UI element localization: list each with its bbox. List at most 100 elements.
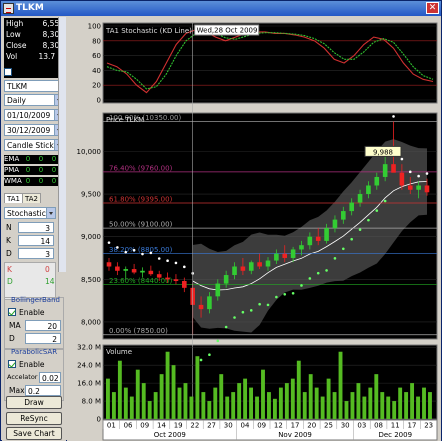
volume-bar <box>225 396 230 419</box>
sar-dot <box>141 252 144 256</box>
date-tooltip: Wed,28 Oct 2009 <box>194 24 260 36</box>
save-chart-button[interactable]: Save Chart <box>6 427 62 440</box>
glue-y-check-icon[interactable] <box>4 67 12 76</box>
from-date-picker[interactable]: 01/10/2009 <box>4 109 64 121</box>
ma-value[interactable]: 0 <box>35 155 47 164</box>
ma-value[interactable]: 0 <box>22 166 34 175</box>
fib-level-label: 61.80% (9395.00) <box>109 195 173 203</box>
x-day-label: 09 <box>140 422 149 430</box>
sar-dot <box>107 241 111 244</box>
sar-dot <box>392 115 395 118</box>
volume-bar <box>404 392 409 419</box>
fib-level-label: 0.00% (7850.00) <box>109 327 168 335</box>
sar-dot <box>350 237 353 241</box>
quote-label: Low <box>6 30 21 39</box>
fib-level-label: 50.00% (9100.00) <box>109 221 173 229</box>
to-date-picker[interactable]: 30/12/2009 <box>4 124 64 136</box>
tab-ta1[interactable]: TA1 <box>4 193 23 203</box>
from-date-value: 01/10/2009 <box>7 111 51 120</box>
quote-row-close: Close 8,300 <box>4 40 66 51</box>
chart-area[interactable]: 100 80 60 40 20 0 TA1 Stochastic (KD Line) 10,0… <box>67 17 441 441</box>
draw-button[interactable]: Draw <box>6 396 62 409</box>
candle-body <box>173 279 179 282</box>
volume-bar <box>350 392 355 419</box>
x-day-label: 25 <box>324 422 333 430</box>
sar-enable-checkbox[interactable]: Enable <box>8 359 45 369</box>
chart-style-select[interactable]: Candle Stick <box>4 139 64 151</box>
price-tick-label: 10,000 <box>77 148 102 156</box>
bollinger-ma-input[interactable]: 20 <box>25 320 61 331</box>
bollinger-enable-checkbox[interactable]: Enable <box>8 307 45 317</box>
period-select[interactable]: Daily <box>4 94 64 106</box>
candle-body <box>123 269 129 271</box>
sar-accelator-input[interactable]: 0.02 <box>39 372 61 383</box>
checkmark-icon[interactable] <box>8 359 16 368</box>
x-day-label: 08 <box>374 422 383 430</box>
tab-ta2[interactable]: TA2 <box>22 193 41 203</box>
chevron-down-icon[interactable] <box>46 208 55 218</box>
candle-body <box>106 262 112 267</box>
sar-dot <box>283 293 287 296</box>
glue-y-checkbox[interactable]: Glue Y <box>4 67 64 79</box>
candle-body <box>148 270 154 275</box>
quote-label: Close <box>6 41 27 50</box>
legend-d-label: D <box>7 277 13 286</box>
sar-dot <box>367 218 370 222</box>
sar-dot <box>157 257 161 260</box>
sar-dot <box>383 199 387 203</box>
control-panel: High 6,550 Low 8,300 Close 8,300 Vol 13.7 M … <box>2 17 66 441</box>
sar-max-label: Max <box>9 386 25 395</box>
param-d-input[interactable]: 3 <box>18 248 54 259</box>
ma-value[interactable]: 0 <box>22 177 34 186</box>
volume-bar <box>386 396 391 419</box>
ma-value[interactable]: 0 <box>35 177 47 186</box>
sar-max-input[interactable]: 0.2 <box>25 385 61 396</box>
pma-row[interactable]: PMA 0 0 0 <box>4 166 62 175</box>
checkmark-icon[interactable] <box>8 307 16 316</box>
volume-bar <box>398 387 403 419</box>
sar-dot <box>258 302 261 306</box>
candle-body <box>382 164 388 177</box>
candle-body <box>140 270 145 273</box>
wma-row[interactable]: WMA 0 0 0 <box>4 177 62 186</box>
candle-body <box>374 176 380 186</box>
x-day-label: 11 <box>391 422 400 430</box>
ma-value[interactable]: 0 <box>35 166 47 175</box>
stoch-tick-label: 20 <box>92 82 101 90</box>
close-button[interactable]: ✕ <box>426 2 439 14</box>
volume-bar <box>171 365 176 419</box>
chart-canvas[interactable]: 100 80 60 40 20 0 TA1 Stochastic (KD Line) 10,0… <box>67 17 441 441</box>
sar-title: ParabolicSAR <box>11 348 58 356</box>
ma-value[interactable]: 0 <box>22 155 34 164</box>
period-value: Daily <box>7 96 26 105</box>
sar-accelator-value: 0.02 <box>42 374 59 383</box>
volume-bar <box>153 392 158 419</box>
sar-accelator-label: Accelator <box>7 373 38 381</box>
quote-row-high: High 6,550 <box>4 18 66 29</box>
resync-button[interactable]: ReSync <box>6 412 62 425</box>
volume-bar <box>428 392 432 419</box>
window-title: TLKM <box>16 3 44 13</box>
sar-enable-label: Enable <box>19 360 45 369</box>
ema-row[interactable]: EMA 0 0 0 <box>4 155 62 164</box>
param-k-input[interactable]: 14 <box>18 235 54 246</box>
ma-label: PMA <box>4 166 20 174</box>
candle-body <box>416 185 421 190</box>
bollinger-d-label: D <box>9 334 15 343</box>
x-day-label: 30 <box>341 422 350 430</box>
indicator-select[interactable]: Stochastic KD <box>4 207 56 219</box>
volume-bar <box>177 387 182 419</box>
param-n-input[interactable]: 3 <box>18 222 54 233</box>
bollinger-d-input[interactable]: 2 <box>25 333 61 344</box>
volume-bar <box>201 392 206 419</box>
sar-dot <box>233 316 236 319</box>
sar-dot <box>325 269 328 272</box>
panel-scrollbar[interactable] <box>58 17 66 272</box>
chart-style-value: Candle Stick <box>7 141 54 150</box>
candle-body <box>131 269 137 273</box>
candle-body <box>215 283 221 297</box>
volume-bar <box>296 360 301 419</box>
stoch-tick-label: 80 <box>92 37 101 45</box>
title-bar[interactable]: TLKM ✕ <box>1 1 441 16</box>
symbol-input[interactable]: TLKM <box>4 80 64 92</box>
